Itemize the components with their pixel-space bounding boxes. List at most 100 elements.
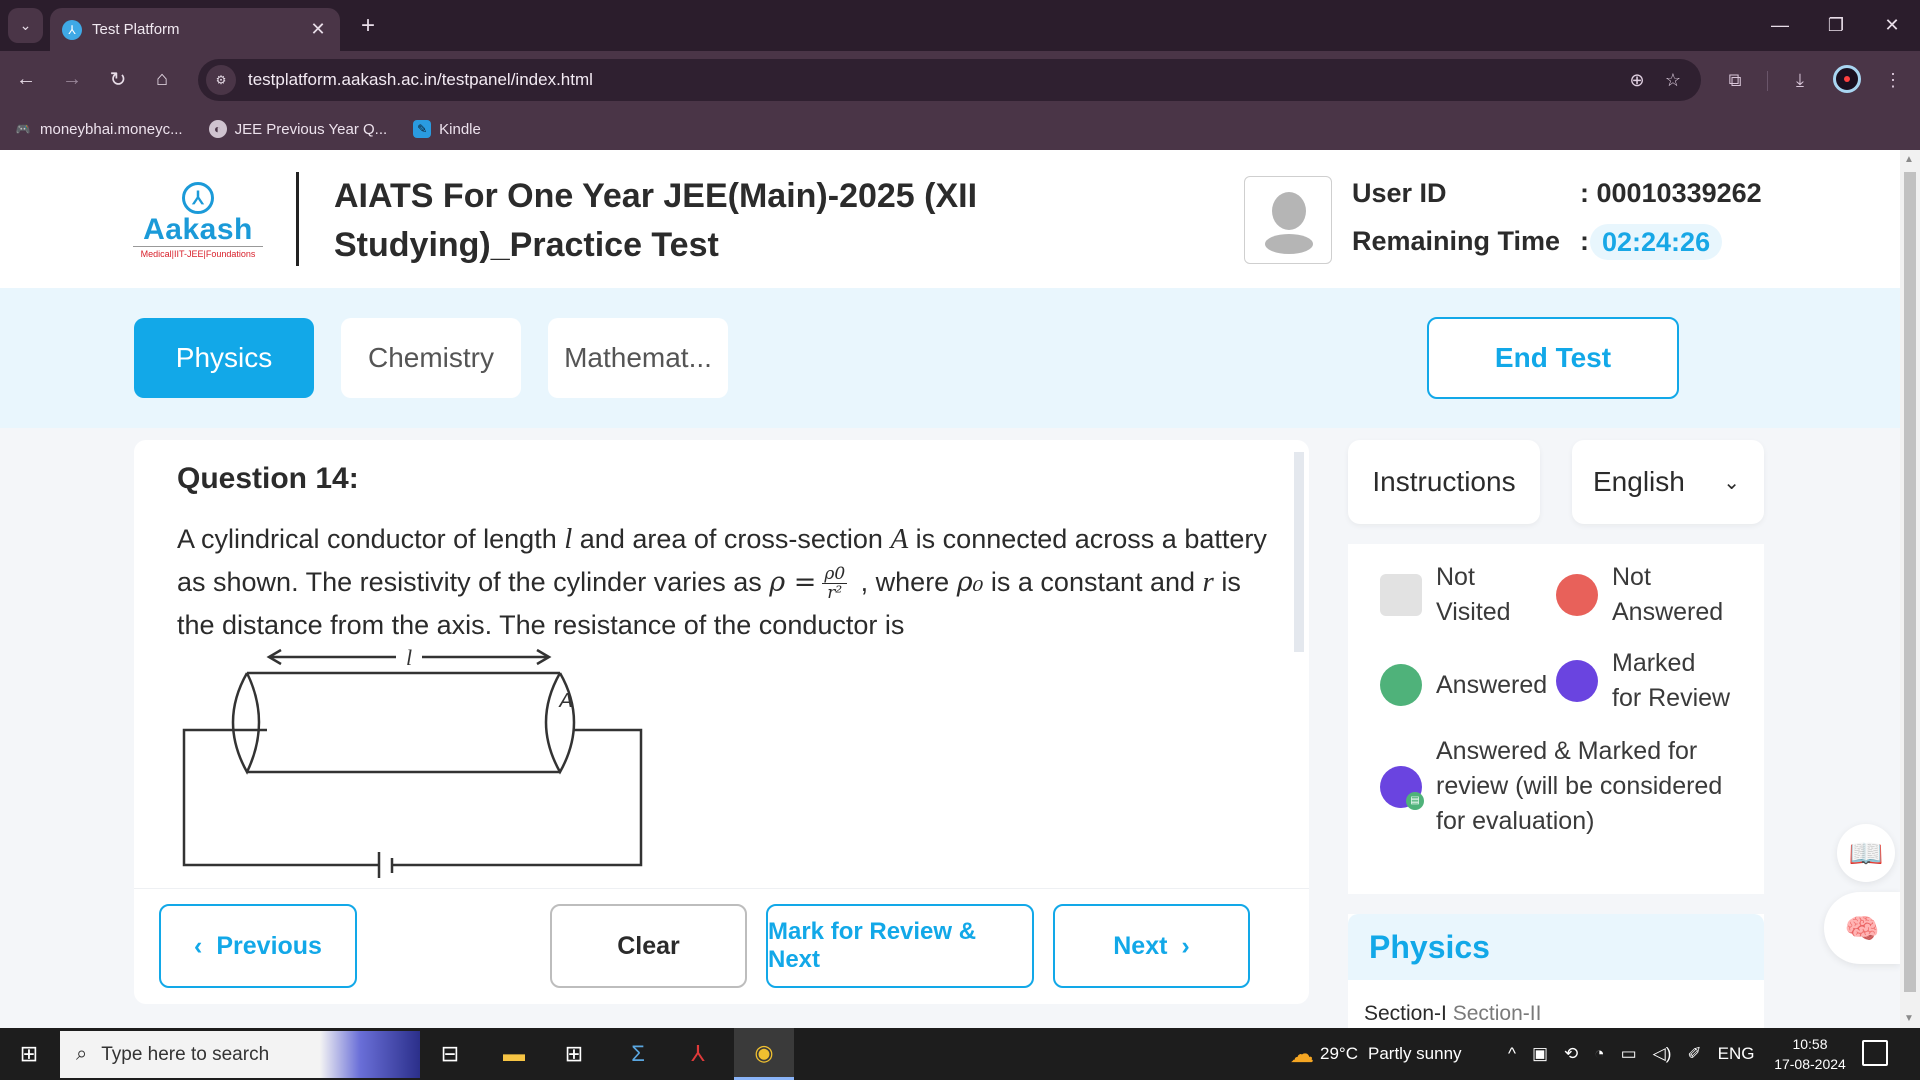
clear-button[interactable]: Clear — [550, 904, 747, 988]
wifi-icon[interactable]: ◔ — [1594, 1044, 1604, 1064]
site-info-icon[interactable]: ⚙ — [206, 65, 236, 95]
globe-icon: ◐ — [208, 120, 227, 138]
user-avatar — [1244, 176, 1332, 264]
language-select[interactable]: English ⌄ — [1572, 440, 1764, 524]
show-hidden-icons-icon[interactable]: ^ — [1508, 1044, 1516, 1064]
bookmark-star-icon[interactable]: ☆ — [1655, 70, 1691, 91]
battery-icon[interactable]: ▭ — [1621, 1044, 1637, 1064]
legend-marked-for-review: Marked for Review — [1556, 646, 1730, 716]
page-scrollbar[interactable]: ▲ ▼ — [1900, 150, 1920, 1028]
ai-assistant-button[interactable]: 🧠 — [1824, 892, 1900, 964]
home-button[interactable]: ⌂ — [146, 63, 178, 95]
section-tab-2[interactable]: Section-II — [1453, 1002, 1542, 1025]
taskbar-search[interactable]: ⌕ Type here to search — [60, 1031, 420, 1078]
start-button[interactable]: ⊞ — [0, 1028, 58, 1080]
back-button[interactable]: ← — [10, 63, 42, 95]
user-id-value: : 00010339262 — [1580, 178, 1762, 208]
minimize-button[interactable]: — — [1752, 0, 1808, 51]
end-test-button[interactable]: End Test — [1427, 317, 1679, 399]
address-bar[interactable]: ⚙ testplatform.aakash.ac.in/testpanel/in… — [198, 59, 1701, 101]
legend-not-answered: Not Answered — [1556, 560, 1723, 630]
legend-label: Answered & Marked for review (will be co… — [1436, 737, 1723, 835]
marked-for-review-swatch-icon — [1556, 660, 1598, 702]
zoom-icon[interactable]: ⊕ — [1619, 70, 1655, 91]
notifications-icon[interactable] — [1862, 1040, 1888, 1066]
tab-search-button[interactable]: ⌄ — [8, 8, 43, 43]
instructions-button[interactable]: Instructions — [1348, 440, 1540, 524]
remaining-time-value: 02:24:26 — [1590, 224, 1723, 260]
mark-review-label: Mark for Review & Next — [768, 918, 977, 973]
aakash-logo-mark-icon: ⅄ — [182, 182, 214, 214]
close-window-button[interactable]: ✕ — [1864, 0, 1920, 51]
page-scrollbar-thumb[interactable] — [1904, 172, 1916, 992]
forward-button[interactable]: → — [56, 63, 88, 95]
system-tray: ^ ▣ ⟲ ◔ ▭ ◁) ✐ ENG — [1508, 1028, 1754, 1080]
acrobat-icon[interactable]: ⅄ — [670, 1028, 726, 1080]
question-scroll-area[interactable]: Question 14: A cylindrical conductor of … — [134, 440, 1309, 888]
download-icon[interactable]: ⤓ — [1783, 63, 1817, 97]
legend-answered: Answered — [1380, 664, 1547, 706]
tab-mathematics[interactable]: Mathemat... — [548, 318, 728, 398]
tab-physics[interactable]: Physics — [134, 318, 314, 398]
weather-widget[interactable]: ☁ 29°C Partly sunny — [1290, 1028, 1462, 1080]
diagram-label-area: A — [558, 690, 572, 712]
toolbar-separator — [1767, 71, 1768, 91]
tab-chemistry[interactable]: Chemistry — [341, 318, 521, 398]
math-rho-zero: ρ₀ — [956, 567, 984, 598]
reading-mode-button[interactable]: 📖 — [1837, 824, 1895, 882]
section-tab-1[interactable]: Section-I — [1364, 1002, 1447, 1025]
scroll-down-icon[interactable]: ▼ — [1904, 1013, 1914, 1024]
diagram-label-length: l — [406, 645, 412, 670]
bookmark-label: JEE Previous Year Q... — [234, 120, 388, 138]
url-text[interactable]: testplatform.aakash.ac.in/testpanel/inde… — [248, 70, 1619, 90]
cylinder-left-end — [231, 672, 261, 775]
bookmark-kindle[interactable]: ✎ Kindle — [413, 120, 481, 138]
avatar-head-icon — [1272, 192, 1306, 230]
language-indicator[interactable]: ENG — [1718, 1044, 1755, 1064]
question-text-segment: A cylindrical conductor of length — [177, 524, 565, 554]
reload-button[interactable]: ↻ — [102, 63, 134, 95]
remaining-time-label: Remaining Time — [1352, 226, 1561, 256]
math-input-icon[interactable]: Σ — [610, 1028, 666, 1080]
chrome-icon[interactable]: ◉ — [734, 1028, 794, 1080]
browser-toolbar: ← → ↻ ⌂ ⚙ testplatform.aakash.ac.in/test… — [0, 51, 1920, 108]
mark-for-review-next-button[interactable]: Mark for Review & Next — [766, 904, 1034, 988]
math-rho-equals: ρ = — [769, 567, 817, 598]
scroll-up-icon[interactable]: ▲ — [1904, 154, 1914, 165]
meet-now-icon[interactable]: ▣ — [1532, 1044, 1548, 1064]
instructions-label: Instructions — [1372, 466, 1516, 497]
search-placeholder: Type here to search — [101, 1043, 270, 1065]
logo-tagline: Medical|IIT-JEE|Foundations — [133, 246, 263, 259]
close-tab-icon[interactable]: ✕ — [308, 19, 328, 40]
restore-button[interactable]: ❐ — [1808, 0, 1864, 51]
weather-desc: Partly sunny — [1367, 1044, 1462, 1063]
browser-menu-icon[interactable]: ⋮ — [1876, 63, 1910, 97]
next-button[interactable]: Next › — [1053, 904, 1250, 988]
extensions-icon[interactable]: ⧉ — [1718, 63, 1752, 97]
microsoft-store-icon[interactable]: ⊞ — [546, 1028, 602, 1080]
question-scrollbar[interactable] — [1294, 452, 1304, 652]
bookmark-jee-previous-year[interactable]: ◐ JEE Previous Year Q... — [208, 120, 388, 138]
bookmarks-bar: 🎮 moneybhai.moneyc... ◐ JEE Previous Yea… — [0, 108, 1920, 150]
browser-tab-test-platform[interactable]: ⅄ Test Platform ✕ — [50, 8, 340, 51]
logo-wordmark: Aakash — [143, 213, 253, 246]
bookmark-moneybhai[interactable]: 🎮 moneybhai.moneyc... — [14, 120, 183, 138]
new-tab-button[interactable]: + — [355, 12, 381, 40]
task-view-icon[interactable]: ⊟ — [422, 1028, 478, 1080]
windows-taskbar: ⊞ ⌕ Type here to search ⊟ ▬ ⊞ Σ ⅄ ◉ ☁ 29… — [0, 1028, 1920, 1080]
test-title: AIATS For One Year JEE(Main)-2025 (XII S… — [334, 177, 978, 264]
legend-label: Not Visited — [1436, 563, 1511, 626]
section-panel-title: Physics — [1348, 914, 1764, 980]
fraction-denominator: r² — [827, 583, 843, 604]
clock-time: 10:58 — [1792, 1036, 1828, 1052]
pen-icon[interactable]: ✐ — [1687, 1044, 1701, 1064]
volume-icon[interactable]: ◁) — [1653, 1044, 1672, 1064]
file-explorer-icon[interactable]: ▬ — [486, 1028, 542, 1080]
tab-title: Test Platform — [92, 21, 180, 38]
sync-icon[interactable]: ⟲ — [1564, 1044, 1578, 1064]
previous-button[interactable]: ‹ Previous — [159, 904, 357, 988]
actions-divider — [134, 888, 1309, 889]
taskbar-clock[interactable]: 10:58 17-08-2024 — [1765, 1034, 1855, 1074]
profile-avatar[interactable] — [1833, 65, 1861, 93]
search-highlight-art — [320, 1031, 420, 1078]
